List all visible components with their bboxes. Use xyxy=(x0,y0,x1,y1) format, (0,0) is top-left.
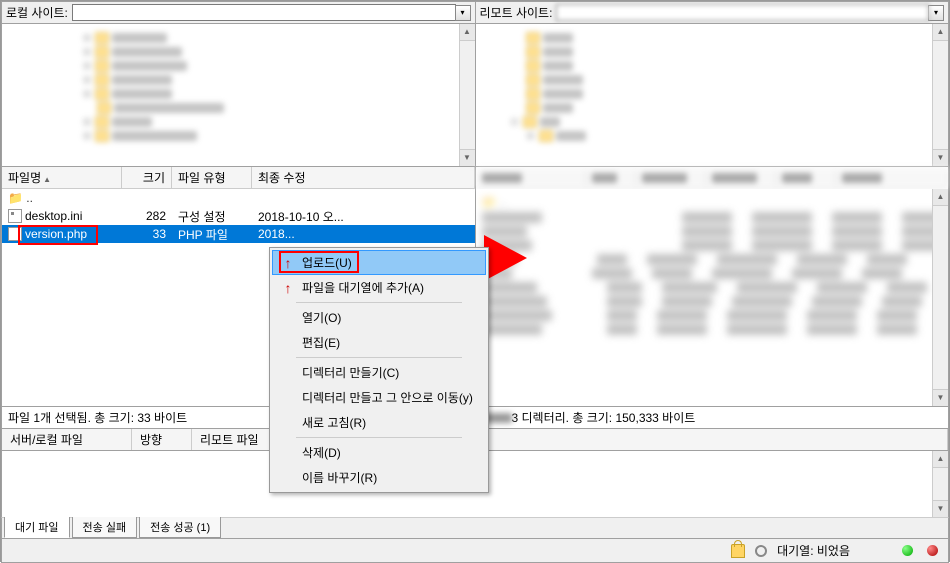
lock-icon xyxy=(731,544,745,558)
remote-site-input[interactable] xyxy=(556,4,929,21)
led-red-icon xyxy=(927,545,938,556)
local-list-header[interactable]: 파일명▲ 크기 파일 유형 최종 수정 xyxy=(2,167,475,189)
remote-site-label: 리모트 사이트: xyxy=(480,4,553,21)
menu-delete[interactable]: 삭제(D) xyxy=(272,440,486,465)
php-file-icon xyxy=(8,227,22,241)
col-name: 파일명 xyxy=(8,171,41,185)
local-site-input[interactable] xyxy=(72,4,456,21)
led-green-icon xyxy=(902,545,913,556)
remote-tree[interactable]: ⊟ ⊞ xyxy=(476,24,949,166)
menu-edit[interactable]: 편집(E) xyxy=(272,330,486,355)
local-tree-scrollbar[interactable] xyxy=(459,24,475,166)
context-menu: ↑ 업로드(U) ↑ 파일을 대기열에 추가(A) 열기(O) 편집(E) 디렉… xyxy=(269,247,489,493)
queue-add-icon: ↑ xyxy=(280,280,296,296)
queue-indicator-icon xyxy=(755,545,767,557)
menu-mkdir-enter[interactable]: 디렉터리 만들고 그 안으로 이동(y) xyxy=(272,385,486,410)
tab-queue[interactable]: 대기 파일 xyxy=(4,516,70,538)
tcol-server-file: 서버/로컬 파일 xyxy=(2,429,132,450)
menu-mkdir[interactable]: 디렉터리 만들기(C) xyxy=(272,360,486,385)
col-size: 크기 xyxy=(143,171,165,185)
tab-failed[interactable]: 전송 실패 xyxy=(72,516,138,538)
menu-rename[interactable]: 이름 바꾸기(R) xyxy=(272,465,486,490)
transfer-scrollbar[interactable] xyxy=(932,451,948,517)
upload-icon: ↑ xyxy=(280,255,296,271)
queue-status-text: 대기열: 비었음 xyxy=(777,542,850,559)
local-site-dropdown[interactable]: ▾ xyxy=(455,5,471,21)
ini-file-icon xyxy=(8,209,22,223)
tcol-status: 상태 xyxy=(422,429,948,450)
footer-status-bar: 대기열: 비었음 xyxy=(1,539,949,563)
remote-list-header[interactable] xyxy=(476,167,949,189)
col-type: 파일 유형 xyxy=(178,171,226,185)
menu-refresh[interactable]: 새로 고침(R) xyxy=(272,410,486,435)
menu-upload[interactable]: ↑ 업로드(U) xyxy=(272,250,486,275)
tcol-direction: 방향 xyxy=(132,429,192,450)
remote-site-dropdown[interactable]: ▾ xyxy=(928,5,944,21)
tab-success[interactable]: 전송 성공 (1) xyxy=(139,516,221,538)
menu-add-queue[interactable]: ↑ 파일을 대기열에 추가(A) xyxy=(272,275,486,300)
menu-open[interactable]: 열기(O) xyxy=(272,305,486,330)
file-row-selected[interactable]: version.php 33 PHP 파일 2018... xyxy=(2,225,475,243)
local-site-label: 로컬 사이트: xyxy=(6,4,68,21)
remote-status: 3 디렉터리. 총 크기: 150,333 바이트 xyxy=(475,407,950,429)
transfer-tabs: 대기 파일 전송 실패 전송 성공 (1) xyxy=(1,517,949,539)
local-tree[interactable]: ⊞ ⊞ ⊞ ⊞ ⊞ ⊞ ⊞ xyxy=(2,24,475,166)
remote-file-list[interactable]: 📁 .. xyxy=(476,189,949,406)
remote-list-scrollbar[interactable] xyxy=(932,189,948,406)
parent-folder[interactable]: 📁 .. xyxy=(2,189,475,207)
file-row[interactable]: desktop.ini 282 구성 설정 2018-10-10 오... xyxy=(2,207,475,225)
remote-tree-scrollbar[interactable] xyxy=(932,24,948,166)
col-modified: 최종 수정 xyxy=(258,171,306,185)
